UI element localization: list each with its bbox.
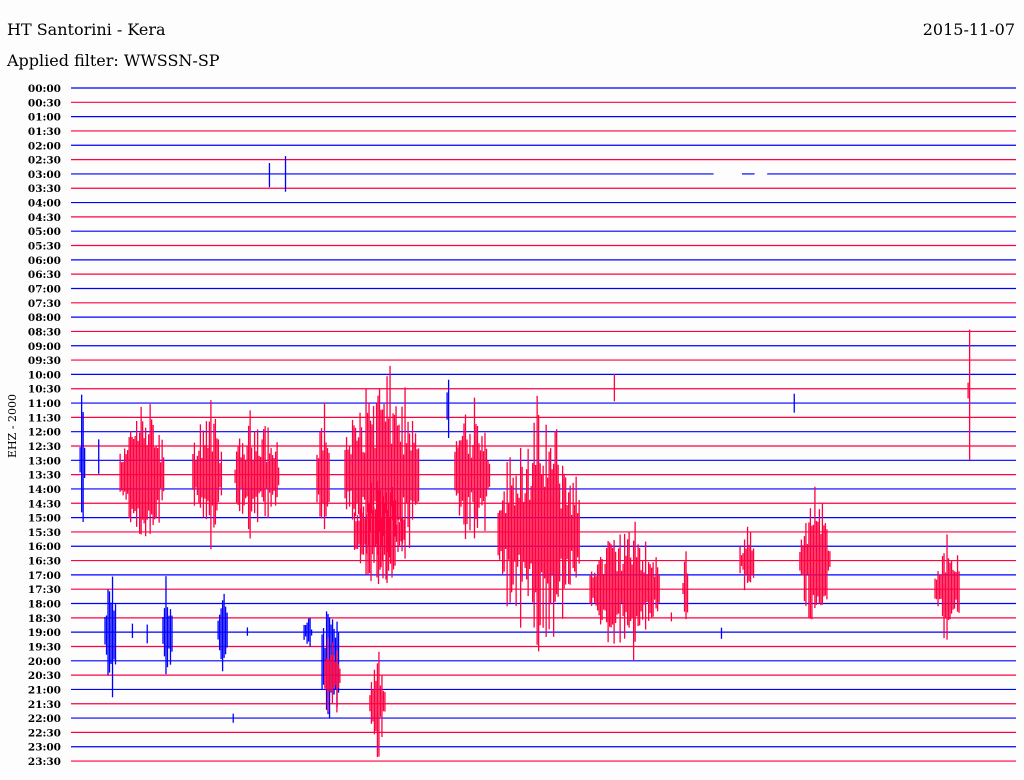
row-time-label: 09:30: [28, 355, 61, 367]
row-time-label: 04:00: [28, 198, 61, 210]
row-time-label: 23:30: [28, 756, 61, 768]
row-time-label: 14:00: [28, 484, 61, 496]
row-time-label: 02:00: [28, 140, 61, 152]
row-time-label: 11:30: [28, 412, 61, 424]
row-time-label: 13:30: [28, 470, 61, 482]
row-time-label: 00:30: [28, 97, 61, 109]
row-time-label: 07:00: [28, 283, 61, 295]
row-time-label: 08:00: [28, 312, 61, 324]
row-time-label: 16:30: [28, 556, 61, 568]
row-time-label: 12:00: [28, 427, 61, 439]
row-time-label: 22:00: [28, 713, 61, 725]
y-axis-label: EHZ - 2000: [6, 394, 19, 458]
row-time-label: 10:30: [28, 384, 61, 396]
row-time-label: 12:30: [28, 441, 61, 453]
row-time-label: 01:30: [28, 126, 61, 138]
helicorder-plot: 00:00 00:30 01:00 01:30 02:00 02:30 03:00 03:30…: [6, 83, 1016, 768]
row-time-label: 07:30: [28, 298, 61, 310]
row-time-label: 06:30: [28, 269, 61, 281]
row-time-label: 15:00: [28, 513, 61, 525]
row-time-label: 01:00: [28, 112, 61, 124]
row-time-label: 09:00: [28, 341, 61, 353]
row-time-label: 20:30: [28, 670, 61, 682]
row-time-label: 10:00: [28, 369, 61, 381]
row-time-label: 17:00: [28, 570, 61, 582]
row-time-label: 05:30: [28, 241, 61, 253]
row-time-label: 14:30: [28, 498, 61, 510]
row-time-label: 21:00: [28, 684, 61, 696]
row-time-label: 16:00: [28, 541, 61, 553]
row-time-label: 02:30: [28, 155, 61, 167]
row-time-label: 18:30: [28, 613, 61, 625]
row-time-label: 08:30: [28, 326, 61, 338]
row-time-label: 19:00: [28, 627, 61, 639]
row-time-label: 20:00: [28, 656, 61, 668]
row-time-label: 21:30: [28, 699, 61, 711]
row-time-label: 13:00: [28, 455, 61, 467]
row-time-label: 04:30: [28, 212, 61, 224]
row-time-label: 15:30: [28, 527, 61, 539]
row-time-label: 19:30: [28, 641, 61, 653]
row-time-label: 03:00: [28, 169, 61, 181]
row-time-label: 03:30: [28, 183, 61, 195]
row-time-label: 17:30: [28, 584, 61, 596]
row-time-label: 05:00: [28, 226, 61, 238]
row-time-label: 00:00: [28, 83, 61, 95]
row-time-label: 22:30: [28, 727, 61, 739]
row-time-label: 06:00: [28, 255, 61, 267]
row-time-label: 11:00: [28, 398, 61, 410]
row-time-label: 18:00: [28, 599, 61, 611]
row-time-label: 23:00: [28, 742, 61, 754]
